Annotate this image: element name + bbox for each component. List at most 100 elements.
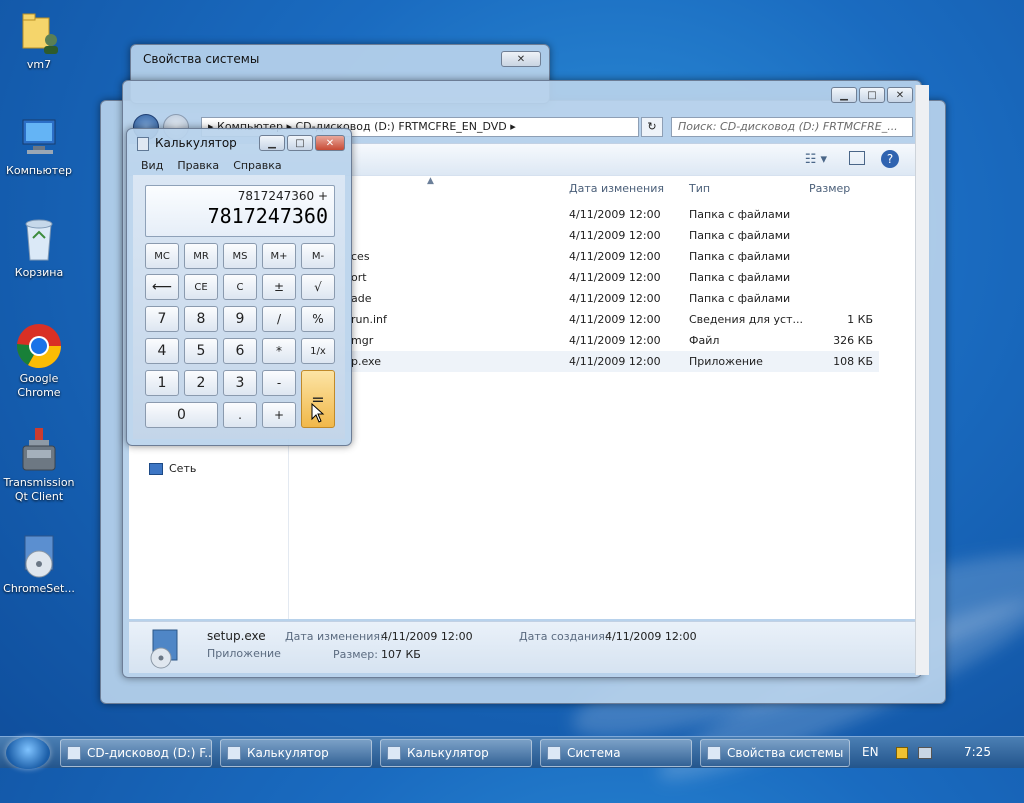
key-2[interactable]: 2 — [184, 370, 218, 396]
table-row[interactable]: 4/11/2009 12:00 Папка с файлами — [295, 225, 879, 246]
key-9[interactable]: 9 — [223, 306, 257, 332]
clock[interactable]: 7:25 — [964, 745, 991, 759]
key-6[interactable]: 6 — [223, 338, 257, 364]
taskbar-item-calculator[interactable]: Калькулятор — [220, 739, 372, 767]
key-decimal[interactable]: . — [223, 402, 257, 428]
action-center-icon[interactable] — [896, 747, 908, 759]
start-button[interactable] — [6, 737, 50, 769]
key-subtract[interactable]: - — [262, 370, 296, 396]
taskbar-item-calculator-2[interactable]: Калькулятор — [380, 739, 532, 767]
details-modified-label: Дата изменения: — [285, 630, 384, 643]
refresh-icon[interactable]: ↻ — [641, 117, 663, 137]
key-divide[interactable]: / — [262, 306, 296, 332]
table-row[interactable]: mgr 4/11/2009 12:00 Файл 326 КБ — [295, 330, 879, 351]
desktop-icon-chromesetup[interactable]: ChromeSet... — [0, 532, 78, 596]
key-sqrt[interactable]: √ — [301, 274, 335, 300]
table-row[interactable]: run.inf 4/11/2009 12:00 Сведения для уст..… — [295, 309, 879, 330]
close-button[interactable]: ✕ — [315, 135, 345, 151]
details-created-value: 4/11/2009 12:00 — [605, 630, 697, 643]
key-1[interactable]: 1 — [145, 370, 179, 396]
key-4[interactable]: 4 — [145, 338, 179, 364]
minimize-button[interactable]: ▁ — [831, 87, 857, 103]
key-add[interactable]: + — [262, 402, 296, 428]
menu-edit[interactable]: Правка — [177, 159, 219, 172]
column-header-type[interactable]: Тип — [689, 182, 710, 195]
user-folder-icon — [15, 8, 63, 56]
desktop-icon-vm7[interactable]: vm7 — [0, 8, 78, 72]
display-value: 7817247360 — [207, 204, 328, 228]
calculator-window[interactable]: Калькулятор ▁ □ ✕ Вид Правка Справка 781… — [126, 128, 352, 446]
maximize-button[interactable]: □ — [287, 135, 313, 151]
details-filename: setup.exe — [207, 629, 266, 643]
desktop-icon-computer[interactable]: Компьютер — [0, 114, 78, 178]
close-button[interactable]: ✕ — [887, 87, 913, 103]
nav-label: Сеть — [169, 462, 197, 475]
key-mminus[interactable]: M- — [301, 243, 335, 269]
system-icon — [707, 746, 721, 760]
setup-disc-icon — [15, 532, 63, 580]
key-7[interactable]: 7 — [145, 306, 179, 332]
calculator-icon — [387, 746, 401, 760]
details-size-label: Размер: — [333, 648, 378, 661]
menu-help[interactable]: Справка — [233, 159, 281, 172]
language-indicator[interactable]: EN — [862, 745, 879, 759]
table-row[interactable]: 4/11/2009 12:00 Папка с файлами — [295, 204, 879, 225]
key-mc[interactable]: MC — [145, 243, 179, 269]
table-row[interactable]: ces 4/11/2009 12:00 Папка с файлами — [295, 246, 879, 267]
desktop-icon-transmission[interactable]: Transmission Qt Client — [0, 426, 78, 504]
key-3[interactable]: 3 — [223, 370, 257, 396]
window-title: Калькулятор — [155, 136, 237, 150]
desktop-icon-label: ChromeSet... — [3, 582, 75, 595]
key-plus-minus[interactable]: ± — [262, 274, 296, 300]
key-mplus[interactable]: M+ — [262, 243, 296, 269]
network-status-icon[interactable] — [918, 747, 932, 759]
key-ms[interactable]: MS — [223, 243, 257, 269]
desktop-icon-label: vm7 — [26, 58, 52, 71]
taskbar: CD-дисковод (D:) F... Калькулятор Кальку… — [0, 736, 1024, 769]
desktop-icon-recycle-bin[interactable]: Корзина — [0, 216, 78, 280]
network-icon — [149, 462, 163, 475]
details-created-label: Дата создания: — [519, 630, 609, 643]
calculator-icon — [137, 137, 149, 151]
key-0[interactable]: 0 — [145, 402, 218, 428]
taskbar-item-explorer[interactable]: CD-дисковод (D:) F... — [60, 739, 212, 767]
window-title: Свойства системы — [143, 52, 260, 66]
transmission-icon — [15, 426, 63, 474]
table-row[interactable]: ort 4/11/2009 12:00 Папка с файлами — [295, 267, 879, 288]
menu-view[interactable]: Вид — [141, 159, 163, 172]
key-c[interactable]: C — [223, 274, 257, 300]
close-button[interactable]: ✕ — [501, 51, 541, 67]
view-options-icon[interactable]: ☷ ▾ — [805, 152, 827, 167]
minimize-button[interactable]: ▁ — [259, 135, 285, 151]
computer-icon — [15, 114, 63, 162]
calculator-display: 7817247360 + 7817247360 — [145, 185, 335, 237]
scrollbar[interactable] — [915, 85, 929, 675]
taskbar-item-system[interactable]: Система — [540, 739, 692, 767]
table-row[interactable]: ade 4/11/2009 12:00 Папка с файлами — [295, 288, 879, 309]
key-ce[interactable]: CE — [184, 274, 218, 300]
chrome-icon — [15, 322, 63, 370]
desktop-icon-label: Корзина — [14, 266, 64, 279]
maximize-button[interactable]: □ — [859, 87, 885, 103]
column-header-date[interactable]: Дата изменения — [569, 182, 664, 195]
key-5[interactable]: 5 — [184, 338, 218, 364]
key-8[interactable]: 8 — [184, 306, 218, 332]
folder-icon — [67, 746, 81, 760]
key-backspace[interactable]: ⟵ — [145, 274, 179, 300]
key-multiply[interactable]: * — [262, 338, 296, 364]
system-icon — [547, 746, 561, 760]
search-placeholder: Поиск: CD-дисковод (D:) FRTMCFRE_... — [678, 120, 898, 133]
recycle-bin-icon — [15, 216, 63, 264]
nav-item-network[interactable]: Сеть — [149, 462, 196, 475]
search-input[interactable]: Поиск: CD-дисковод (D:) FRTMCFRE_... — [671, 117, 913, 137]
table-row-selected[interactable]: p.exe 4/11/2009 12:00 Приложение 108 КБ — [295, 351, 879, 372]
taskbar-item-system-properties[interactable]: Свойства системы — [700, 739, 850, 767]
column-header-size[interactable]: Размер — [809, 182, 850, 195]
help-icon[interactable]: ? — [881, 150, 899, 168]
key-mr[interactable]: MR — [184, 243, 218, 269]
details-size-value: 107 КБ — [381, 648, 421, 661]
key-percent[interactable]: % — [301, 306, 335, 332]
desktop-icon-chrome[interactable]: Google Chrome — [0, 322, 78, 400]
preview-pane-icon[interactable] — [849, 151, 865, 165]
key-reciprocal[interactable]: 1/x — [301, 338, 335, 364]
